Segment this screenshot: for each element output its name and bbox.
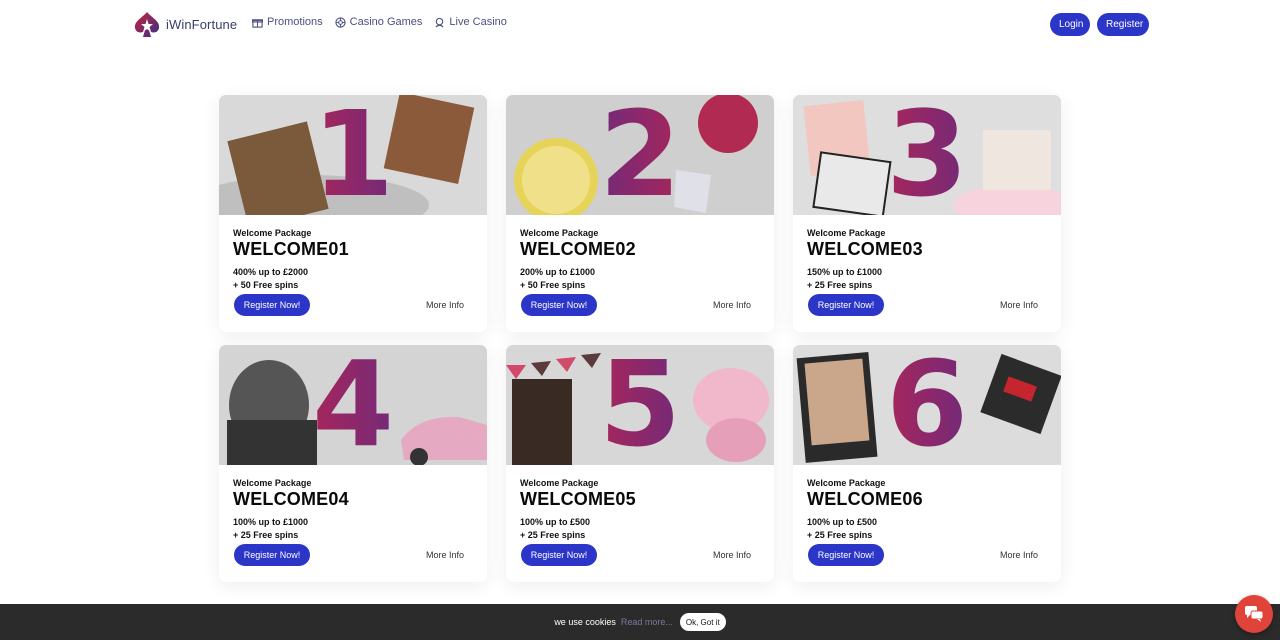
- register-now-button[interactable]: Register Now!: [234, 294, 310, 316]
- more-info-link[interactable]: More Info: [1000, 300, 1038, 310]
- brand-name: iWinFortune: [166, 16, 238, 32]
- nav-promotions-label: Promotions: [267, 16, 323, 28]
- promo-image: 1: [219, 95, 487, 215]
- nav-live-casino[interactable]: Live Casino: [434, 16, 507, 28]
- offer-text: 100% up to £500 + 25 Free spins: [520, 516, 760, 542]
- chip-icon: [335, 16, 346, 28]
- dealer-icon: [435, 17, 444, 27]
- offer-bonus: 100% up to £1000: [233, 517, 309, 527]
- more-info-link[interactable]: More Info: [426, 300, 464, 310]
- offer-spins: + 25 Free spins: [233, 530, 299, 540]
- promo-card: 3 Welcome Package WELCOME03 150% up to £…: [793, 95, 1061, 332]
- promo-code: WELCOME02: [520, 239, 636, 259]
- more-info-link[interactable]: More Info: [1000, 550, 1038, 560]
- promo-number: 2: [506, 95, 774, 215]
- promo-number: 4: [219, 345, 487, 465]
- offer-text: 200% up to £1000 + 50 Free spins: [520, 266, 760, 292]
- register-now-button[interactable]: Register Now!: [521, 294, 597, 316]
- package-label: Welcome Package: [520, 228, 599, 238]
- offer-text: 150% up to £1000 + 25 Free spins: [807, 266, 1047, 292]
- cookie-read-more-link[interactable]: Read more...: [621, 617, 673, 627]
- site-logo[interactable]: iWinFortune: [132, 10, 237, 38]
- register-now-button[interactable]: Register Now!: [808, 294, 884, 316]
- offer-spins: + 25 Free spins: [807, 280, 873, 290]
- promo-card: 2 Welcome Package WELCOME02 200% up to £…: [506, 95, 774, 332]
- nav-live-casino-label: Live Casino: [449, 16, 507, 28]
- offer-bonus: 200% up to £1000: [520, 267, 596, 277]
- main-nav: Promotions Casino Games Live Casino: [252, 16, 507, 28]
- package-label: Welcome Package: [807, 478, 886, 488]
- promo-code: WELCOME05: [520, 489, 636, 509]
- offer-text: 100% up to £1000 + 25 Free spins: [233, 516, 473, 542]
- offer-text: 100% up to £500 + 25 Free spins: [807, 516, 1047, 542]
- promo-number: 1: [219, 95, 487, 215]
- promo-number: 5: [506, 345, 774, 465]
- promo-number: 6: [793, 345, 1061, 465]
- promo-grid: 1 Welcome Package WELCOME01 400% up to £…: [219, 95, 1062, 582]
- more-info-link[interactable]: More Info: [426, 550, 464, 560]
- offer-text: 400% up to £2000 + 50 Free spins: [233, 266, 473, 292]
- promo-card: 4 Welcome Package WELCOME04 100% up to £…: [219, 345, 487, 582]
- promo-card: 5 Welcome Package WELCOME05 100% up to £…: [506, 345, 774, 582]
- offer-spins: + 50 Free spins: [233, 280, 299, 290]
- register-now-button[interactable]: Register Now!: [234, 544, 310, 566]
- promo-code: WELCOME04: [233, 489, 349, 509]
- offer-spins: + 25 Free spins: [807, 530, 873, 540]
- promo-image: 5: [506, 345, 774, 465]
- promo-code: WELCOME01: [233, 239, 349, 259]
- cookie-bar: we use cookies Read more... Ok, Got it: [0, 604, 1280, 640]
- promo-image: 4: [219, 345, 487, 465]
- more-info-link[interactable]: More Info: [713, 550, 751, 560]
- offer-spins: + 50 Free spins: [520, 280, 586, 290]
- promo-card: 1 Welcome Package WELCOME01 400% up to £…: [219, 95, 487, 332]
- promo-code: WELCOME03: [807, 239, 923, 259]
- register-button[interactable]: Register: [1097, 13, 1149, 36]
- spade-logo-icon: [134, 12, 160, 37]
- nav-promotions[interactable]: Promotions: [252, 16, 323, 28]
- login-button[interactable]: Login: [1050, 13, 1090, 36]
- cookie-text: we use cookies: [554, 617, 616, 627]
- promo-image: 3: [793, 95, 1061, 215]
- register-now-button[interactable]: Register Now!: [521, 544, 597, 566]
- cookie-accept-button[interactable]: Ok, Got it: [679, 613, 726, 631]
- offer-bonus: 150% up to £1000: [807, 267, 883, 277]
- gift-icon: [252, 18, 263, 28]
- site-header: iWinFortune Promotions Casino Games Live…: [0, 0, 1280, 50]
- more-info-link[interactable]: More Info: [713, 300, 751, 310]
- promo-card: 6 Welcome Package WELCOME06 100% up to £…: [793, 345, 1061, 582]
- offer-bonus: 400% up to £2000: [233, 267, 309, 277]
- offer-spins: + 25 Free spins: [520, 530, 586, 540]
- chat-button[interactable]: [1235, 595, 1273, 633]
- offer-bonus: 100% up to £500: [520, 517, 591, 527]
- package-label: Welcome Package: [807, 228, 886, 238]
- package-label: Welcome Package: [233, 228, 312, 238]
- promo-code: WELCOME06: [807, 489, 923, 509]
- package-label: Welcome Package: [233, 478, 312, 488]
- register-now-button[interactable]: Register Now!: [808, 544, 884, 566]
- nav-casino-games-label: Casino Games: [349, 16, 423, 28]
- chat-icon: [1245, 606, 1264, 622]
- promo-image: 2: [506, 95, 774, 215]
- offer-bonus: 100% up to £500: [807, 517, 878, 527]
- auth-buttons: Login Register: [1050, 13, 1149, 36]
- nav-casino-games[interactable]: Casino Games: [335, 16, 423, 28]
- promo-number: 3: [793, 95, 1061, 215]
- promo-image: 6: [793, 345, 1061, 465]
- package-label: Welcome Package: [520, 478, 599, 488]
